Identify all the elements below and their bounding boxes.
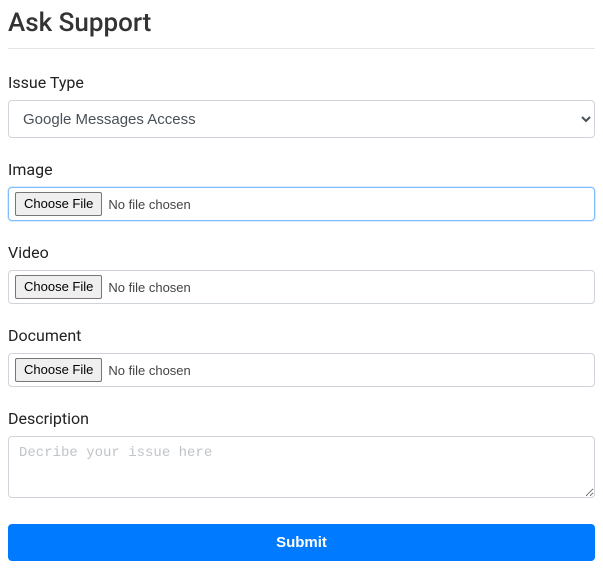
image-label: Image xyxy=(8,160,595,179)
video-file-input[interactable]: Choose File No file chosen xyxy=(8,270,595,304)
description-label: Description xyxy=(8,409,595,428)
document-file-input[interactable]: Choose File No file chosen xyxy=(8,353,595,387)
submit-button[interactable]: Submit xyxy=(8,524,595,561)
description-textarea[interactable] xyxy=(8,436,595,498)
video-choose-file-button[interactable]: Choose File xyxy=(15,275,102,299)
page-title: Ask Support xyxy=(8,8,595,38)
video-file-status: No file chosen xyxy=(108,280,190,295)
image-choose-file-button[interactable]: Choose File xyxy=(15,192,102,216)
document-choose-file-button[interactable]: Choose File xyxy=(15,358,102,382)
document-label: Document xyxy=(8,326,595,345)
divider xyxy=(8,48,595,49)
document-file-status: No file chosen xyxy=(108,363,190,378)
image-file-status: No file chosen xyxy=(108,197,190,212)
issue-type-label: Issue Type xyxy=(8,73,595,92)
video-label: Video xyxy=(8,243,595,262)
issue-type-select[interactable]: Google Messages Access xyxy=(8,100,595,138)
image-file-input[interactable]: Choose File No file chosen xyxy=(8,187,595,221)
